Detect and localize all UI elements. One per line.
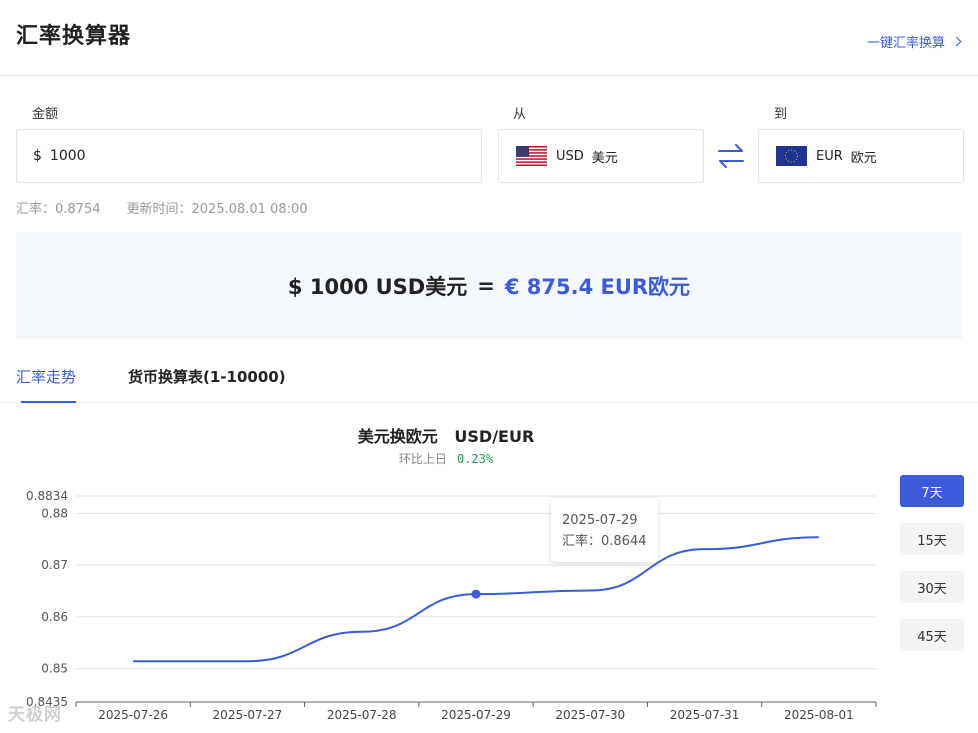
range-7d-button[interactable]: 7天 <box>900 475 964 507</box>
watermark: 天极网 <box>8 705 62 725</box>
from-currency-name: 美元 <box>591 150 618 166</box>
y-tick-label: 0.85 <box>41 661 68 675</box>
oneclick-convert-link[interactable]: 一键汇率换算 <box>866 32 962 51</box>
x-tick-label: 2025-07-31 <box>670 708 740 722</box>
update-time-text: 更新时间：2025.08.01 08:00 <box>126 202 308 217</box>
y-tick-label: 0.8834 <box>26 489 68 503</box>
y-tick-label: 0.86 <box>41 610 68 624</box>
page-title: 汇率换算器 <box>16 24 132 49</box>
result-target-amount: € 875.4 EUR欧元 <box>504 274 691 299</box>
exchange-rate-text: 汇率：0.8754 <box>16 202 101 217</box>
eu-flag-icon <box>776 146 807 166</box>
oneclick-convert-label: 一键汇率换算 <box>866 36 945 51</box>
to-label: 到 <box>774 107 788 122</box>
range-45d-button[interactable]: 45天 <box>900 619 964 651</box>
amount-input[interactable] <box>49 148 430 164</box>
x-tick-label: 2025-07-29 <box>441 708 511 722</box>
chart-tooltip: 2025-07-29 汇率：0.8644 <box>551 498 658 562</box>
chevron-right-icon <box>951 36 962 47</box>
range-30d-button[interactable]: 30天 <box>900 571 964 603</box>
x-tick-label: 2025-07-30 <box>555 708 625 722</box>
y-tick-label: 0.87 <box>41 558 68 572</box>
tab-rate-trend[interactable]: 汇率走势 <box>16 366 76 387</box>
page-header: 汇率换算器 一键汇率换算 <box>0 0 978 76</box>
result-equals: = <box>477 273 495 298</box>
chart-subtitle: 环比上日 0.23% <box>0 450 892 467</box>
x-tick-label: 2025-07-28 <box>327 708 397 722</box>
range-15d-button[interactable]: 15天 <box>900 523 964 555</box>
amount-field[interactable]: $ <box>16 129 482 183</box>
conversion-result: $ 1000 USD美元 = € 875.4 EUR欧元 <box>16 232 962 339</box>
to-currency-name: 欧元 <box>850 150 877 166</box>
tab-bar: 汇率走势 货币换算表(1-10000) <box>0 360 978 403</box>
to-currency-code: EUR <box>816 148 843 164</box>
x-tick-label: 2025-07-27 <box>213 708 283 722</box>
amount-currency-symbol: $ <box>33 148 42 164</box>
day-over-day-label: 环比上日 <box>398 452 447 466</box>
amount-label: 金额 <box>32 107 59 122</box>
rate-info: 汇率：0.8754 更新时间：2025.08.01 08:00 <box>16 198 308 217</box>
from-label: 从 <box>513 107 527 122</box>
from-currency-select[interactable]: USD 美元 <box>498 129 704 183</box>
rate-series-line <box>133 536 819 663</box>
to-currency-select[interactable]: EUR 欧元 <box>758 129 964 183</box>
rate-trend-chart[interactable]: 0.88340.880.870.860.850.84352025-07-26 20… <box>0 480 892 733</box>
x-tick-label: 2025-08-01 <box>784 708 854 722</box>
us-flag-icon <box>516 146 547 166</box>
tab-conversion-table[interactable]: 货币换算表(1-10000) <box>128 366 286 387</box>
highlighted-data-point <box>471 589 481 599</box>
y-tick-label: 0.88 <box>41 507 68 521</box>
x-tick-label: 2025-07-26 <box>98 708 168 722</box>
tooltip-rate: 汇率：0.8644 <box>562 534 647 549</box>
swap-icon[interactable] <box>716 142 746 170</box>
active-tab-indicator <box>21 401 76 403</box>
day-over-day-pct: 0.23% <box>456 452 494 466</box>
tooltip-date: 2025-07-29 <box>562 513 638 528</box>
chart-title: 美元换欧元 USD/EUR <box>357 427 535 446</box>
from-currency-code: USD <box>556 148 584 164</box>
result-source-amount: $ 1000 USD美元 <box>287 274 468 299</box>
